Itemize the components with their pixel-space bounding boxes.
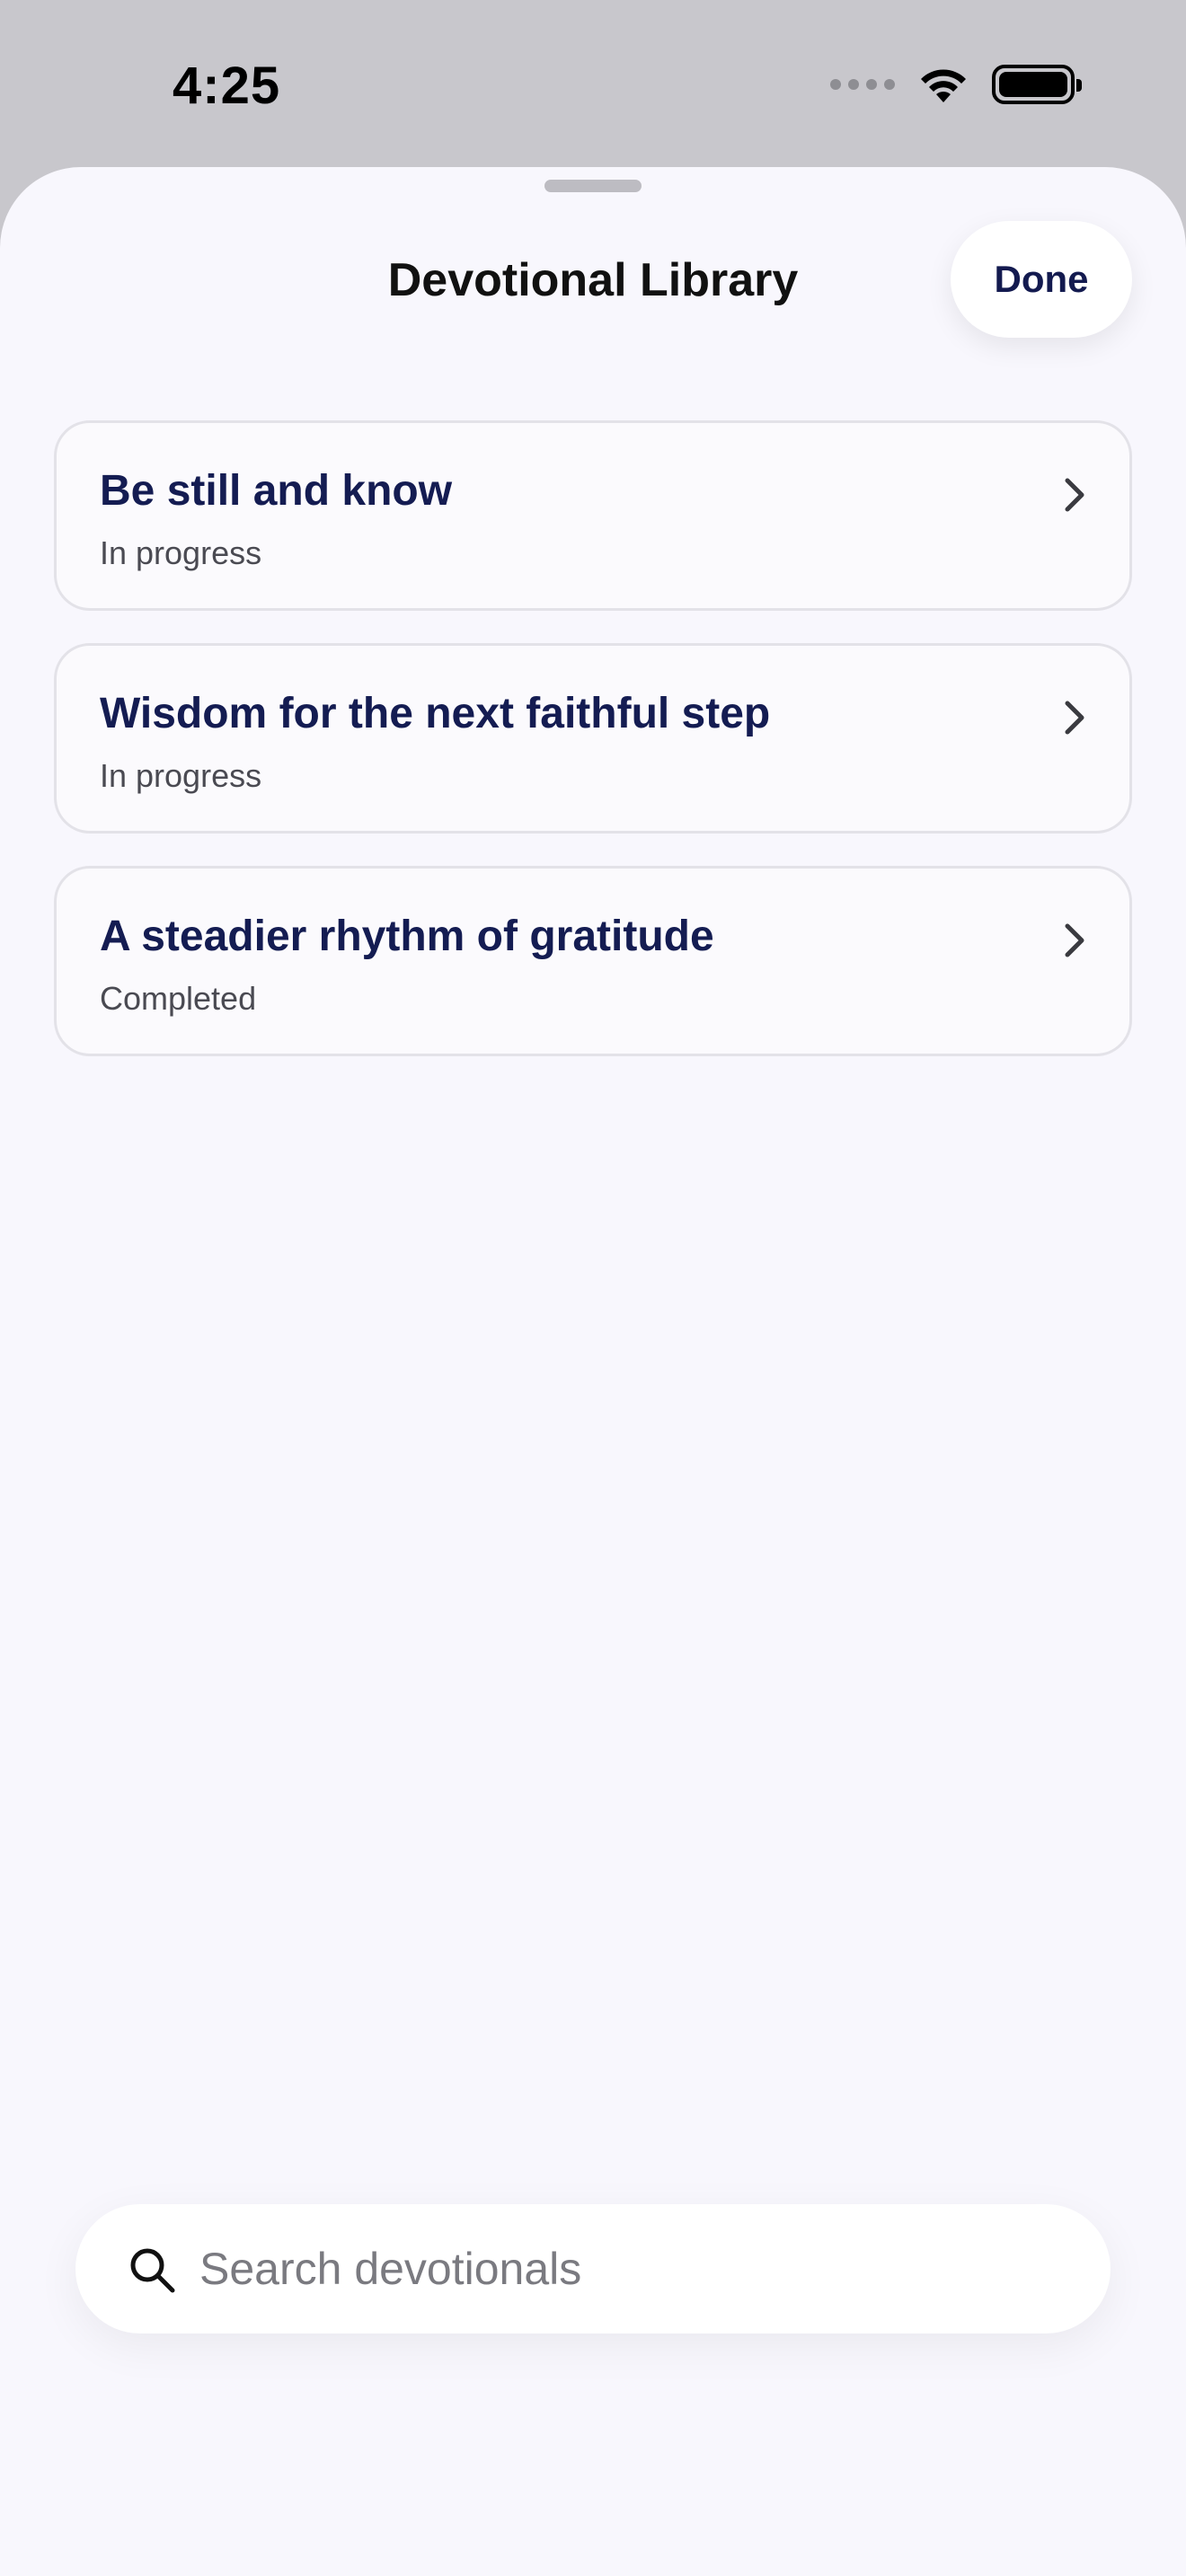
sheet-grabber[interactable]: [544, 180, 642, 192]
devotional-list: Be still and know In progress Wisdom for…: [54, 420, 1132, 1056]
devotional-status: In progress: [100, 757, 262, 794]
devotional-status: In progress: [100, 534, 262, 571]
devotional-title: Be still and know: [100, 467, 453, 515]
devotional-title: A steadier rhythm of gratitude: [100, 913, 714, 960]
status-icons: [830, 65, 1082, 104]
devotional-status: Completed: [100, 980, 257, 1017]
devotional-card[interactable]: Be still and know In progress: [54, 420, 1132, 611]
signal-icon: [830, 79, 895, 90]
search-input[interactable]: [199, 2204, 1062, 2333]
devotional-card[interactable]: Wisdom for the next faithful step In pro…: [54, 643, 1132, 834]
search-icon: [130, 2248, 175, 2293]
search-bar[interactable]: [75, 2204, 1111, 2333]
devotional-title: Wisdom for the next faithful step: [100, 690, 771, 737]
chevron-right-icon: [1065, 923, 1084, 957]
chevron-right-icon: [1065, 478, 1084, 512]
battery-icon: [992, 65, 1082, 104]
chevron-right-icon: [1065, 701, 1084, 735]
status-bar: 4:25: [0, 0, 1186, 167]
devotional-card[interactable]: A steadier rhythm of gratitude Completed: [54, 866, 1132, 1056]
status-time: 4:25: [173, 57, 281, 115]
wifi-icon: [921, 69, 966, 102]
done-button[interactable]: Done: [951, 221, 1132, 338]
